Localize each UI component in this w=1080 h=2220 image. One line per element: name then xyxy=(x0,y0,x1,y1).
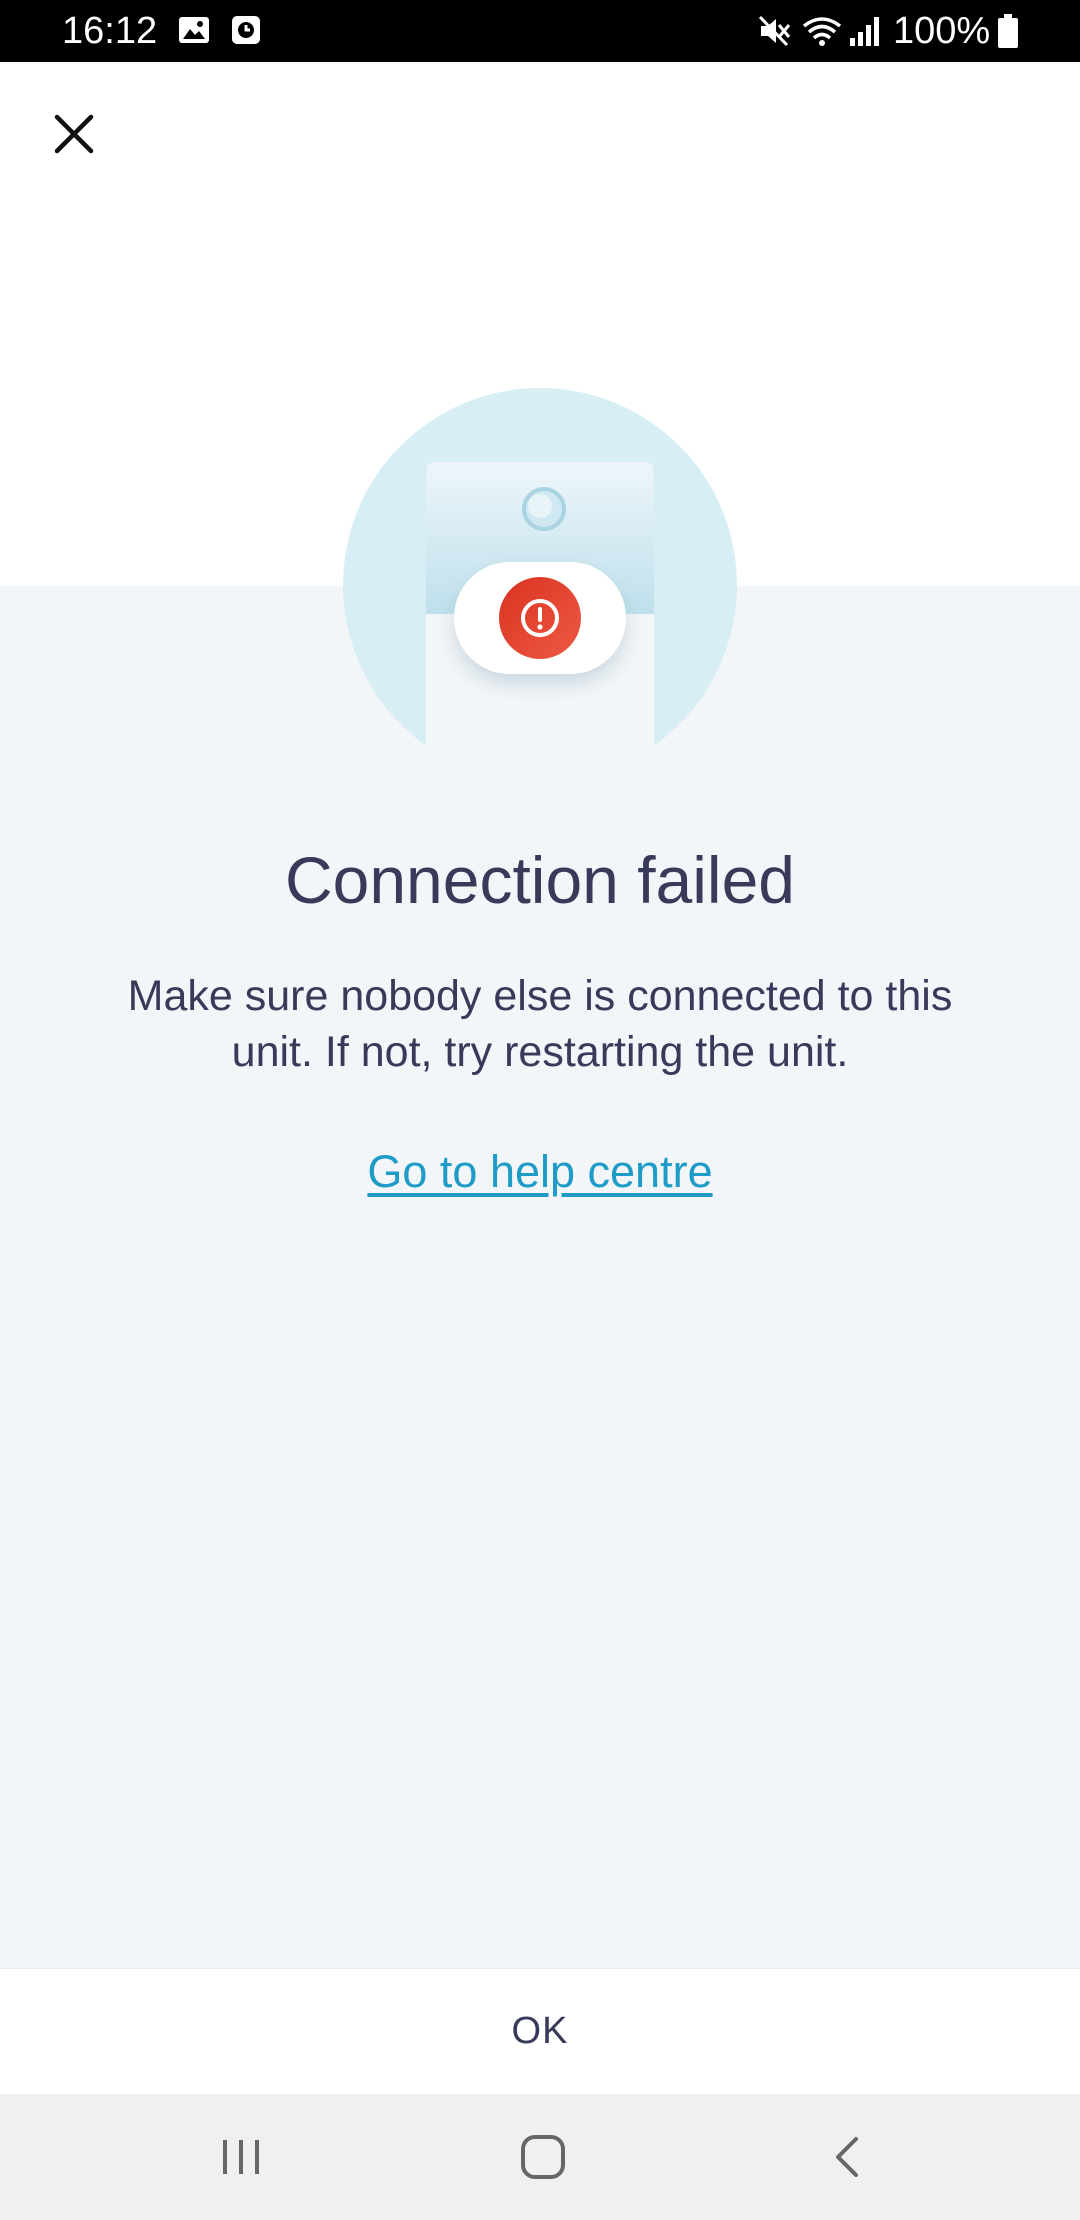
connection-error-illustration xyxy=(343,388,737,782)
home-icon xyxy=(521,2135,565,2179)
close-icon xyxy=(54,114,94,154)
status-time: 16:12 xyxy=(62,10,158,52)
dialog-title: Connection failed xyxy=(284,843,796,917)
help-link-container: Go to help centre xyxy=(0,1143,1080,1201)
recent-apps-button[interactable] xyxy=(211,2127,271,2187)
ok-button-label: OK xyxy=(511,2010,569,2052)
help-centre-link[interactable]: Go to help centre xyxy=(367,1146,712,1197)
navigation-bar xyxy=(0,2094,1080,2220)
dialog-message: Make sure nobody else is connected to th… xyxy=(127,972,953,1076)
error-alert-icon xyxy=(499,577,581,659)
gallery-icon xyxy=(179,17,209,43)
close-button[interactable] xyxy=(44,104,104,164)
back-button[interactable] xyxy=(817,2127,877,2187)
signal-icon xyxy=(850,17,879,46)
ok-button[interactable]: OK xyxy=(0,1968,1080,2094)
battery-percentage: 100% xyxy=(893,10,991,52)
status-bar: 16:12 100% xyxy=(0,0,1080,62)
back-icon xyxy=(836,2137,858,2177)
mute-icon xyxy=(758,15,791,47)
wifi-icon xyxy=(802,17,842,46)
recent-apps-icon xyxy=(223,2140,259,2174)
battery-icon xyxy=(998,14,1018,48)
clock-icon xyxy=(232,16,260,44)
home-button[interactable] xyxy=(513,2127,573,2187)
